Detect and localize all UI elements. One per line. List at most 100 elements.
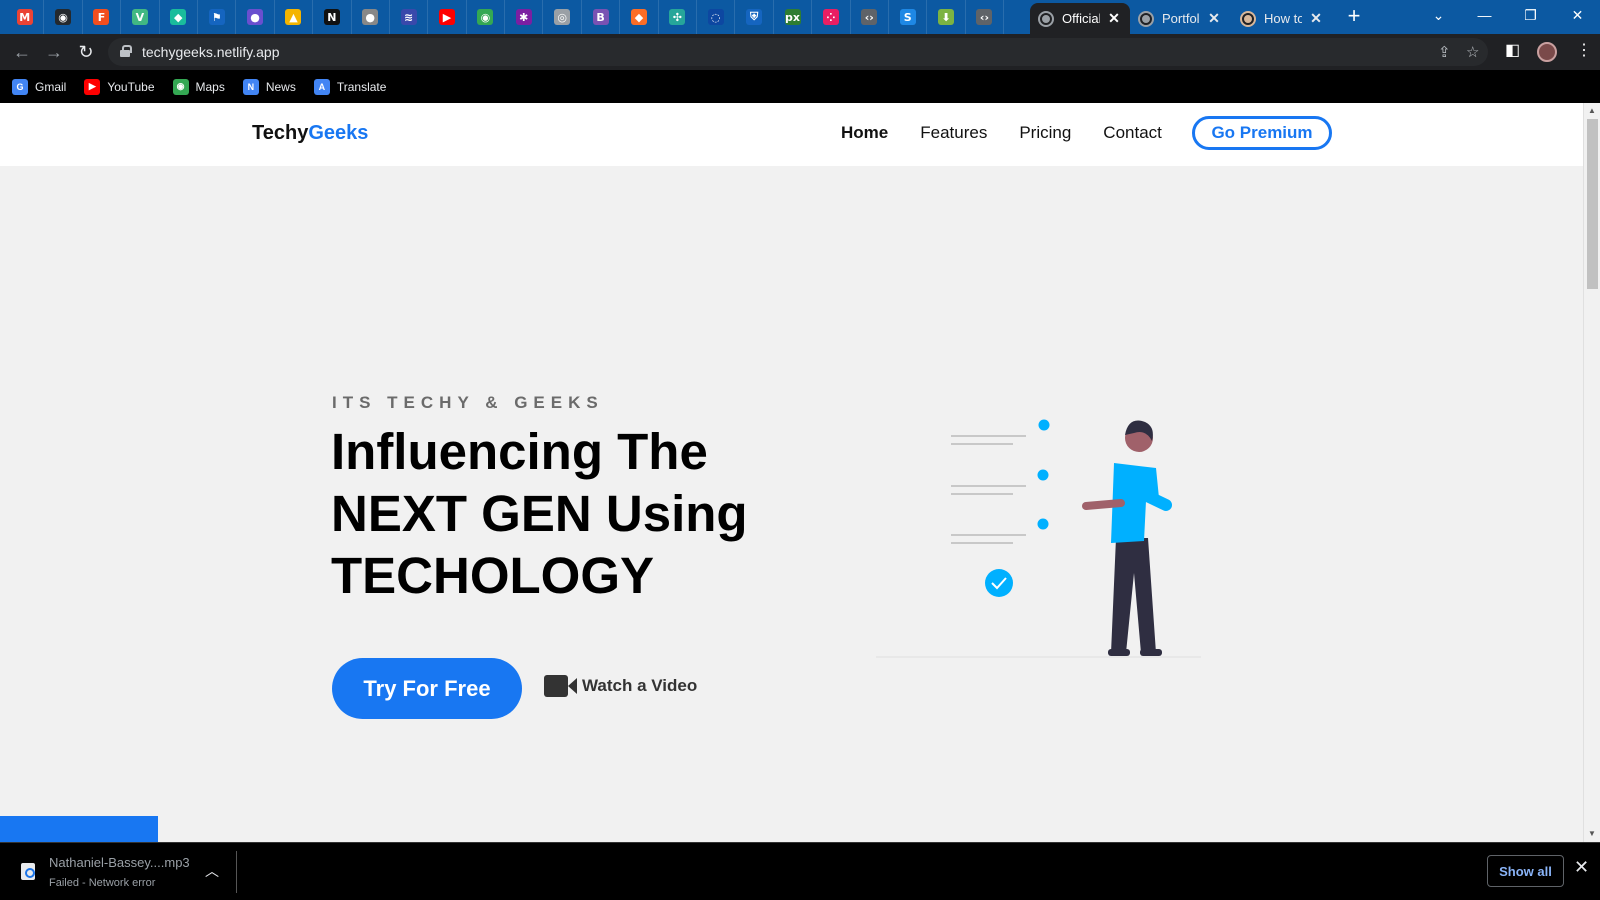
close-icon[interactable]: ✕ [1106,10,1122,27]
pinned-tab[interactable]: ⛨ [735,0,774,34]
bookmark-label: Translate [336,79,387,94]
try-for-free-button[interactable]: Try For Free [332,658,522,719]
menu-kebab-icon[interactable]: ⋮ [1576,40,1592,60]
tab-how-to[interactable]: How to ✕ [1232,3,1332,34]
download-status: Failed - Network error [49,877,156,889]
bookmark-label: Maps [195,79,225,94]
watch-video-link[interactable]: Watch a Video [544,675,697,697]
pinned-tab[interactable]: M [6,0,45,34]
avatar-icon [1240,10,1256,27]
check-icon [1037,469,1049,481]
address-bar[interactable]: techygeeks.netlify.app ⇪ ☆ [108,38,1488,66]
url-text[interactable]: techygeeks.netlify.app [142,44,280,60]
pinned-tab[interactable]: ◆ [160,0,198,34]
nav-pricing[interactable]: Pricing [1019,123,1071,143]
video-camera-icon [544,675,578,697]
pinned-tab[interactable]: ✱ [505,0,544,34]
minimize-icon[interactable]: — [1462,0,1507,30]
check-icon [1038,419,1050,431]
tab-strip: M ◉ F V ◆ ⚑ ● ▲ N ● ≋ ▶ ◉ ✱ ◎ B ◆ ✣ ◌ ⛨ px ⁘ ‹› S ⬇ ‹› Official ✕… [0,0,1600,34]
download-file-name[interactable]: Nathaniel-Bassey....mp3 [49,855,190,870]
go-premium-button[interactable]: Go Premium [1192,116,1332,150]
pinned-tab[interactable]: ● [352,0,390,34]
nav-contact[interactable]: Contact [1103,123,1162,143]
side-panel-icon[interactable]: ◧ [1505,40,1520,60]
pinned-tab[interactable]: B [582,0,621,34]
close-icon[interactable]: ✕ [1574,857,1589,878]
pinned-tab[interactable]: ◉ [44,0,83,34]
headline-line-2: NEXT GEN Using [331,485,748,542]
scroll-thumb[interactable] [1587,119,1598,289]
reload-icon[interactable]: ↻ [74,40,98,64]
nav-links: Home Features Pricing Contact [841,123,1194,143]
pinned-tab[interactable]: V [121,0,160,34]
pinned-tab[interactable]: S [889,0,928,34]
tab-title: How to [1264,11,1302,26]
bookmark-news[interactable]: N News [242,78,296,95]
nav-features[interactable]: Features [920,123,987,143]
nav-home[interactable]: Home [841,123,888,143]
back-icon[interactable]: ← [10,40,34,64]
site-navbar: TechyGeeks Home Features Pricing Contact… [0,103,1583,166]
site-logo[interactable]: TechyGeeks [252,122,368,145]
close-icon[interactable]: ✕ [1308,10,1324,27]
forward-icon[interactable]: → [42,40,66,64]
close-icon[interactable]: ✕ [1206,10,1222,27]
pinned-tab[interactable]: ◉ [467,0,506,34]
bottom-blue-strip [0,816,158,842]
checklist [951,419,1050,597]
bookmark-gmail[interactable]: G Gmail [12,78,67,95]
pinned-tab[interactable]: F [83,0,122,34]
window-close-icon[interactable]: ✕ [1555,0,1600,30]
brand-accent-text: Geeks [308,122,369,144]
pinned-tab[interactable]: ≋ [390,0,429,34]
profile-avatar[interactable] [1537,42,1557,62]
nodes-icon: ✣ [669,9,686,25]
pinned-tab[interactable]: ◆ [620,0,659,34]
pinned-tab[interactable]: ⬇ [927,0,966,34]
pinned-tab[interactable]: ‹› [851,0,889,34]
web-page: TechyGeeks Home Features Pricing Contact… [0,103,1583,842]
pinned-tab[interactable]: N [313,0,352,34]
chevron-up-icon[interactable]: ︿ [205,861,219,881]
gray-circle-icon: ● [362,9,379,25]
bookmark-star-icon[interactable]: ☆ [1466,43,1479,61]
hero-illustration [876,419,1201,658]
pinned-tab[interactable]: ⁘ [812,0,851,34]
tab-portfolio[interactable]: Portfoli ✕ [1130,3,1230,34]
tab-official[interactable]: Official ✕ [1030,3,1130,34]
hero-headline: Influencing The NEXT GEN Using TECHOLOGY [331,421,761,607]
headline-line-3: TECHOLOGY [331,547,655,604]
maps-pin-icon: ◉ [172,78,189,95]
pinned-tab[interactable]: ● [236,0,275,34]
shield-icon: ⛨ [746,9,763,25]
download-arrow-icon: ⬇ [938,9,955,25]
pinned-tab[interactable]: ✣ [659,0,698,34]
bookmark-label: Gmail [35,79,67,94]
px-icon: px [784,9,801,25]
pinned-tab[interactable]: px [774,0,813,34]
flag-icon: ⚑ [208,9,225,25]
pinned-tab[interactable]: ▲ [275,0,314,34]
lock-icon[interactable] [120,45,132,57]
new-tab-button[interactable]: + [1340,5,1368,29]
bookmark-translate[interactable]: A Translate [313,78,387,95]
scroll-down-icon[interactable]: ▼ [1588,829,1596,838]
restore-icon[interactable]: ❐ [1508,0,1553,30]
pinned-tab[interactable]: ⚑ [198,0,237,34]
github-icon: ◉ [55,9,72,25]
share-icon[interactable]: ⇪ [1438,43,1451,61]
page-scrollbar[interactable]: ▲ ▼ [1583,103,1600,842]
pinned-tab[interactable]: ◎ [543,0,582,34]
figma-icon: F [93,9,110,25]
pinned-tab[interactable]: ‹› [966,0,1005,34]
pinned-tab[interactable]: ◌ [697,0,736,34]
show-all-button[interactable]: Show all [1487,855,1564,887]
bookmark-maps[interactable]: ◉ Maps [172,78,225,95]
scroll-up-icon[interactable]: ▲ [1588,106,1596,115]
pinned-tab[interactable]: ▶ [428,0,467,34]
bookmark-youtube[interactable]: ▶ YouTube [84,78,155,95]
tab-search-icon[interactable]: ⌄ [1416,0,1461,30]
colorful-app-icon: ✱ [515,9,532,25]
google-icon: G [12,78,28,95]
